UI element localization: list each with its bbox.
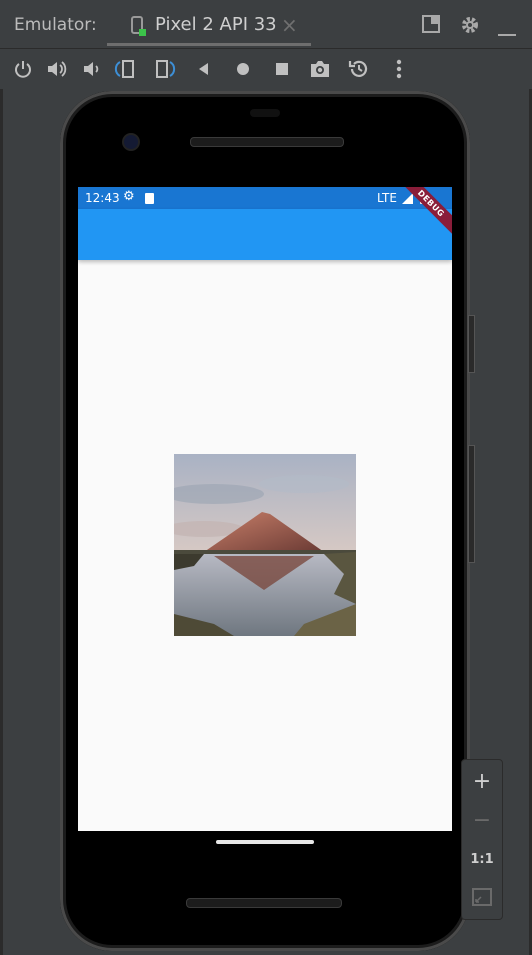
- volume-down-icon[interactable]: [78, 49, 104, 89]
- back-icon[interactable]: [191, 49, 217, 89]
- zoom-out-button[interactable]: −: [462, 801, 502, 839]
- zoom-controls: + − 1:1: [461, 759, 503, 920]
- actual-size-button[interactable]: 1:1: [462, 840, 502, 878]
- status-bar: 12:43 ⚙ LTE: [78, 187, 452, 209]
- snapshot-icon[interactable]: [346, 49, 372, 89]
- minimize-icon[interactable]: [498, 23, 518, 42]
- settings-gear-icon[interactable]: [459, 14, 481, 40]
- earpiece-speaker: [190, 137, 344, 147]
- power-side-button: [468, 445, 475, 563]
- emulator-toolbar: [0, 49, 532, 89]
- camera-icon[interactable]: [307, 49, 333, 89]
- front-camera-icon: [124, 135, 138, 149]
- home-indicator[interactable]: [216, 840, 314, 844]
- rotate-left-icon[interactable]: [112, 49, 138, 89]
- tab-title: Pixel 2 API 33: [155, 14, 277, 35]
- mountain-lake-image: [174, 454, 356, 636]
- network-type: LTE: [377, 191, 397, 205]
- app-bar: [78, 209, 452, 260]
- volume-up-icon[interactable]: [44, 49, 70, 89]
- power-icon[interactable]: [10, 49, 36, 89]
- status-time: 12:43: [85, 191, 120, 205]
- sd-card-icon: [145, 193, 154, 204]
- proximity-sensor: [250, 109, 280, 117]
- home-icon[interactable]: [230, 49, 256, 89]
- device-screen[interactable]: 12:43 ⚙ LTE DEBUG: [78, 187, 452, 831]
- more-options-icon[interactable]: [386, 49, 412, 89]
- bottom-speaker: [186, 898, 342, 908]
- emulator-title-bar: Emulator: Pixel 2 API 33 ×: [0, 0, 532, 49]
- tab-pixel-2-api-33[interactable]: Pixel 2 API 33 ×: [107, 0, 311, 46]
- zoom-in-button[interactable]: +: [462, 762, 502, 800]
- float-window-icon[interactable]: [421, 14, 441, 38]
- tab-close-button[interactable]: ×: [281, 13, 298, 37]
- settings-notification-icon: ⚙: [123, 189, 135, 204]
- rotate-right-icon[interactable]: [152, 49, 178, 89]
- fit-screen-icon[interactable]: [462, 878, 502, 916]
- device-phone-icon: [131, 16, 146, 36]
- volume-side-button: [468, 315, 475, 373]
- signal-icon: [402, 193, 413, 204]
- overview-icon[interactable]: [269, 49, 295, 89]
- emulator-label: Emulator:: [14, 15, 97, 35]
- actual-size-label: 1:1: [470, 851, 494, 867]
